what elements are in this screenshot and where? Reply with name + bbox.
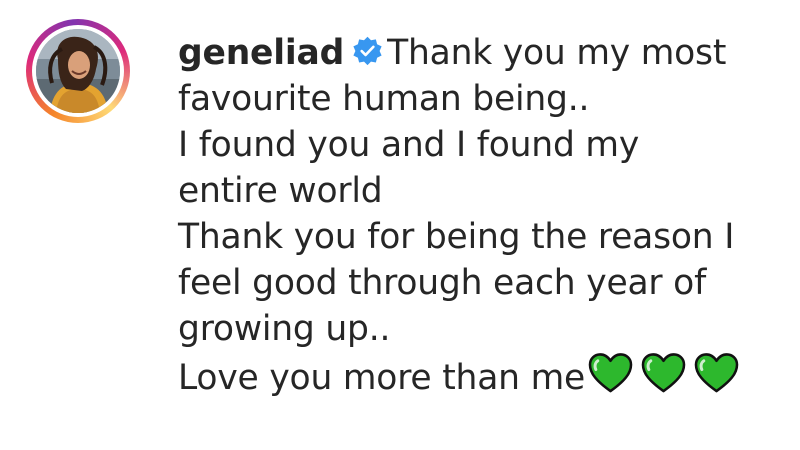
instagram-caption: geneliad Thank you my most favourite hum…: [0, 0, 800, 450]
username-link[interactable]: geneliad: [178, 33, 344, 73]
caption-line-8: Love you more than me: [178, 352, 778, 406]
caption-line-3: I found you and I found my: [178, 125, 640, 165]
avatar-border: [32, 25, 124, 117]
green-heart-icon: [693, 352, 740, 394]
green-heart-icon: [640, 352, 687, 394]
caption-text: geneliad Thank you my most favourite hum…: [178, 30, 778, 406]
heart-emoji-group: [587, 352, 746, 406]
caption-line-4: entire world: [178, 171, 383, 211]
verified-badge-icon: [352, 36, 383, 67]
caption-line-5: Thank you for being the reason I: [178, 217, 735, 257]
caption-line-7: growing up..: [178, 309, 391, 349]
caption-line-6: feel good through each year of: [178, 263, 707, 303]
caption-line-text: Love you more than me: [178, 358, 586, 398]
caption-line-text: Thank you my most: [387, 33, 727, 73]
caption-line-1: geneliad Thank you my most: [178, 30, 778, 76]
green-heart-icon: [587, 352, 634, 394]
caption-line-2: favourite human being..: [178, 79, 590, 119]
avatar-photo: [36, 29, 120, 113]
avatar[interactable]: [36, 29, 120, 113]
story-ring[interactable]: [26, 19, 130, 123]
